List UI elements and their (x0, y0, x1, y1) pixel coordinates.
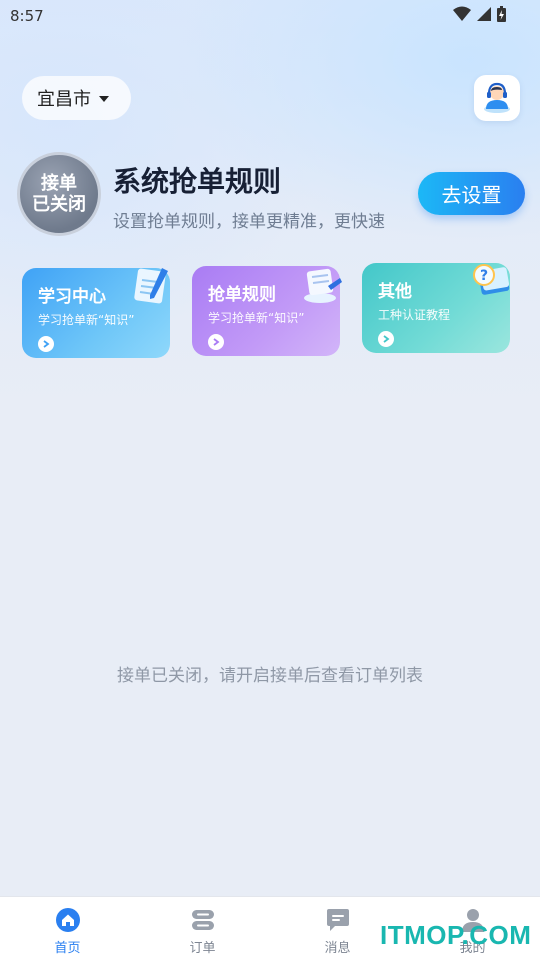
card-learning-center[interactable]: 学习中心 学习抢单新“知识” (22, 268, 170, 358)
nav-item-home[interactable]: 首页 (0, 897, 135, 960)
nav-label: 订单 (189, 941, 216, 956)
rules-subtitle: 设置抢单规则，接单更精准，更快速 (113, 212, 385, 232)
arrow-right-icon (38, 336, 54, 352)
card-subtitle: 工种认证教程 (378, 308, 451, 322)
document-stack-icon (304, 268, 342, 303)
city-selector[interactable]: 宜昌市 (22, 76, 131, 120)
nav-label: 首页 (54, 941, 81, 956)
status-time: 8:57 (10, 7, 44, 25)
card-subtitle: 学习抢单新“知识” (208, 311, 305, 325)
accept-toggle-line2: 已关闭 (32, 194, 86, 215)
order-icon (191, 910, 214, 930)
accept-order-toggle[interactable]: 接单 已关闭 (17, 152, 101, 236)
status-icons (453, 6, 506, 22)
customer-service-icon (484, 82, 510, 113)
card-subtitle: 学习抢单新“知识” (38, 313, 135, 327)
arrow-right-icon (378, 331, 394, 347)
go-settings-button[interactable]: 去设置 (418, 172, 525, 215)
nav-label: 消息 (324, 941, 351, 956)
rules-title: 系统抢单规则 (113, 165, 282, 198)
card-other[interactable]: ? 其他 工种认证教程 (362, 263, 510, 353)
watermark: ITMOP.COM (380, 920, 532, 950)
caret-down-icon (99, 96, 109, 102)
city-label: 宜昌市 (37, 89, 91, 110)
help-book-icon: ? (473, 264, 510, 295)
wifi-icon (453, 6, 471, 21)
notebook-icon (134, 268, 168, 304)
home-icon (55, 908, 80, 932)
signal-icon (477, 7, 491, 21)
accept-toggle-line1: 接单 (41, 173, 77, 194)
nav-item-orders[interactable]: 订单 (135, 897, 270, 960)
arrow-right-icon (208, 334, 224, 350)
empty-state-message: 接单已关闭，请开启接单后查看订单列表 (117, 666, 423, 686)
status-bar: 8:57 (0, 0, 540, 32)
message-icon (326, 909, 349, 931)
customer-service-button[interactable] (474, 75, 520, 121)
svg-text:?: ? (480, 268, 488, 284)
card-grab-rules[interactable]: 抢单规则 学习抢单新“知识” (192, 266, 342, 356)
battery-icon (497, 6, 506, 22)
